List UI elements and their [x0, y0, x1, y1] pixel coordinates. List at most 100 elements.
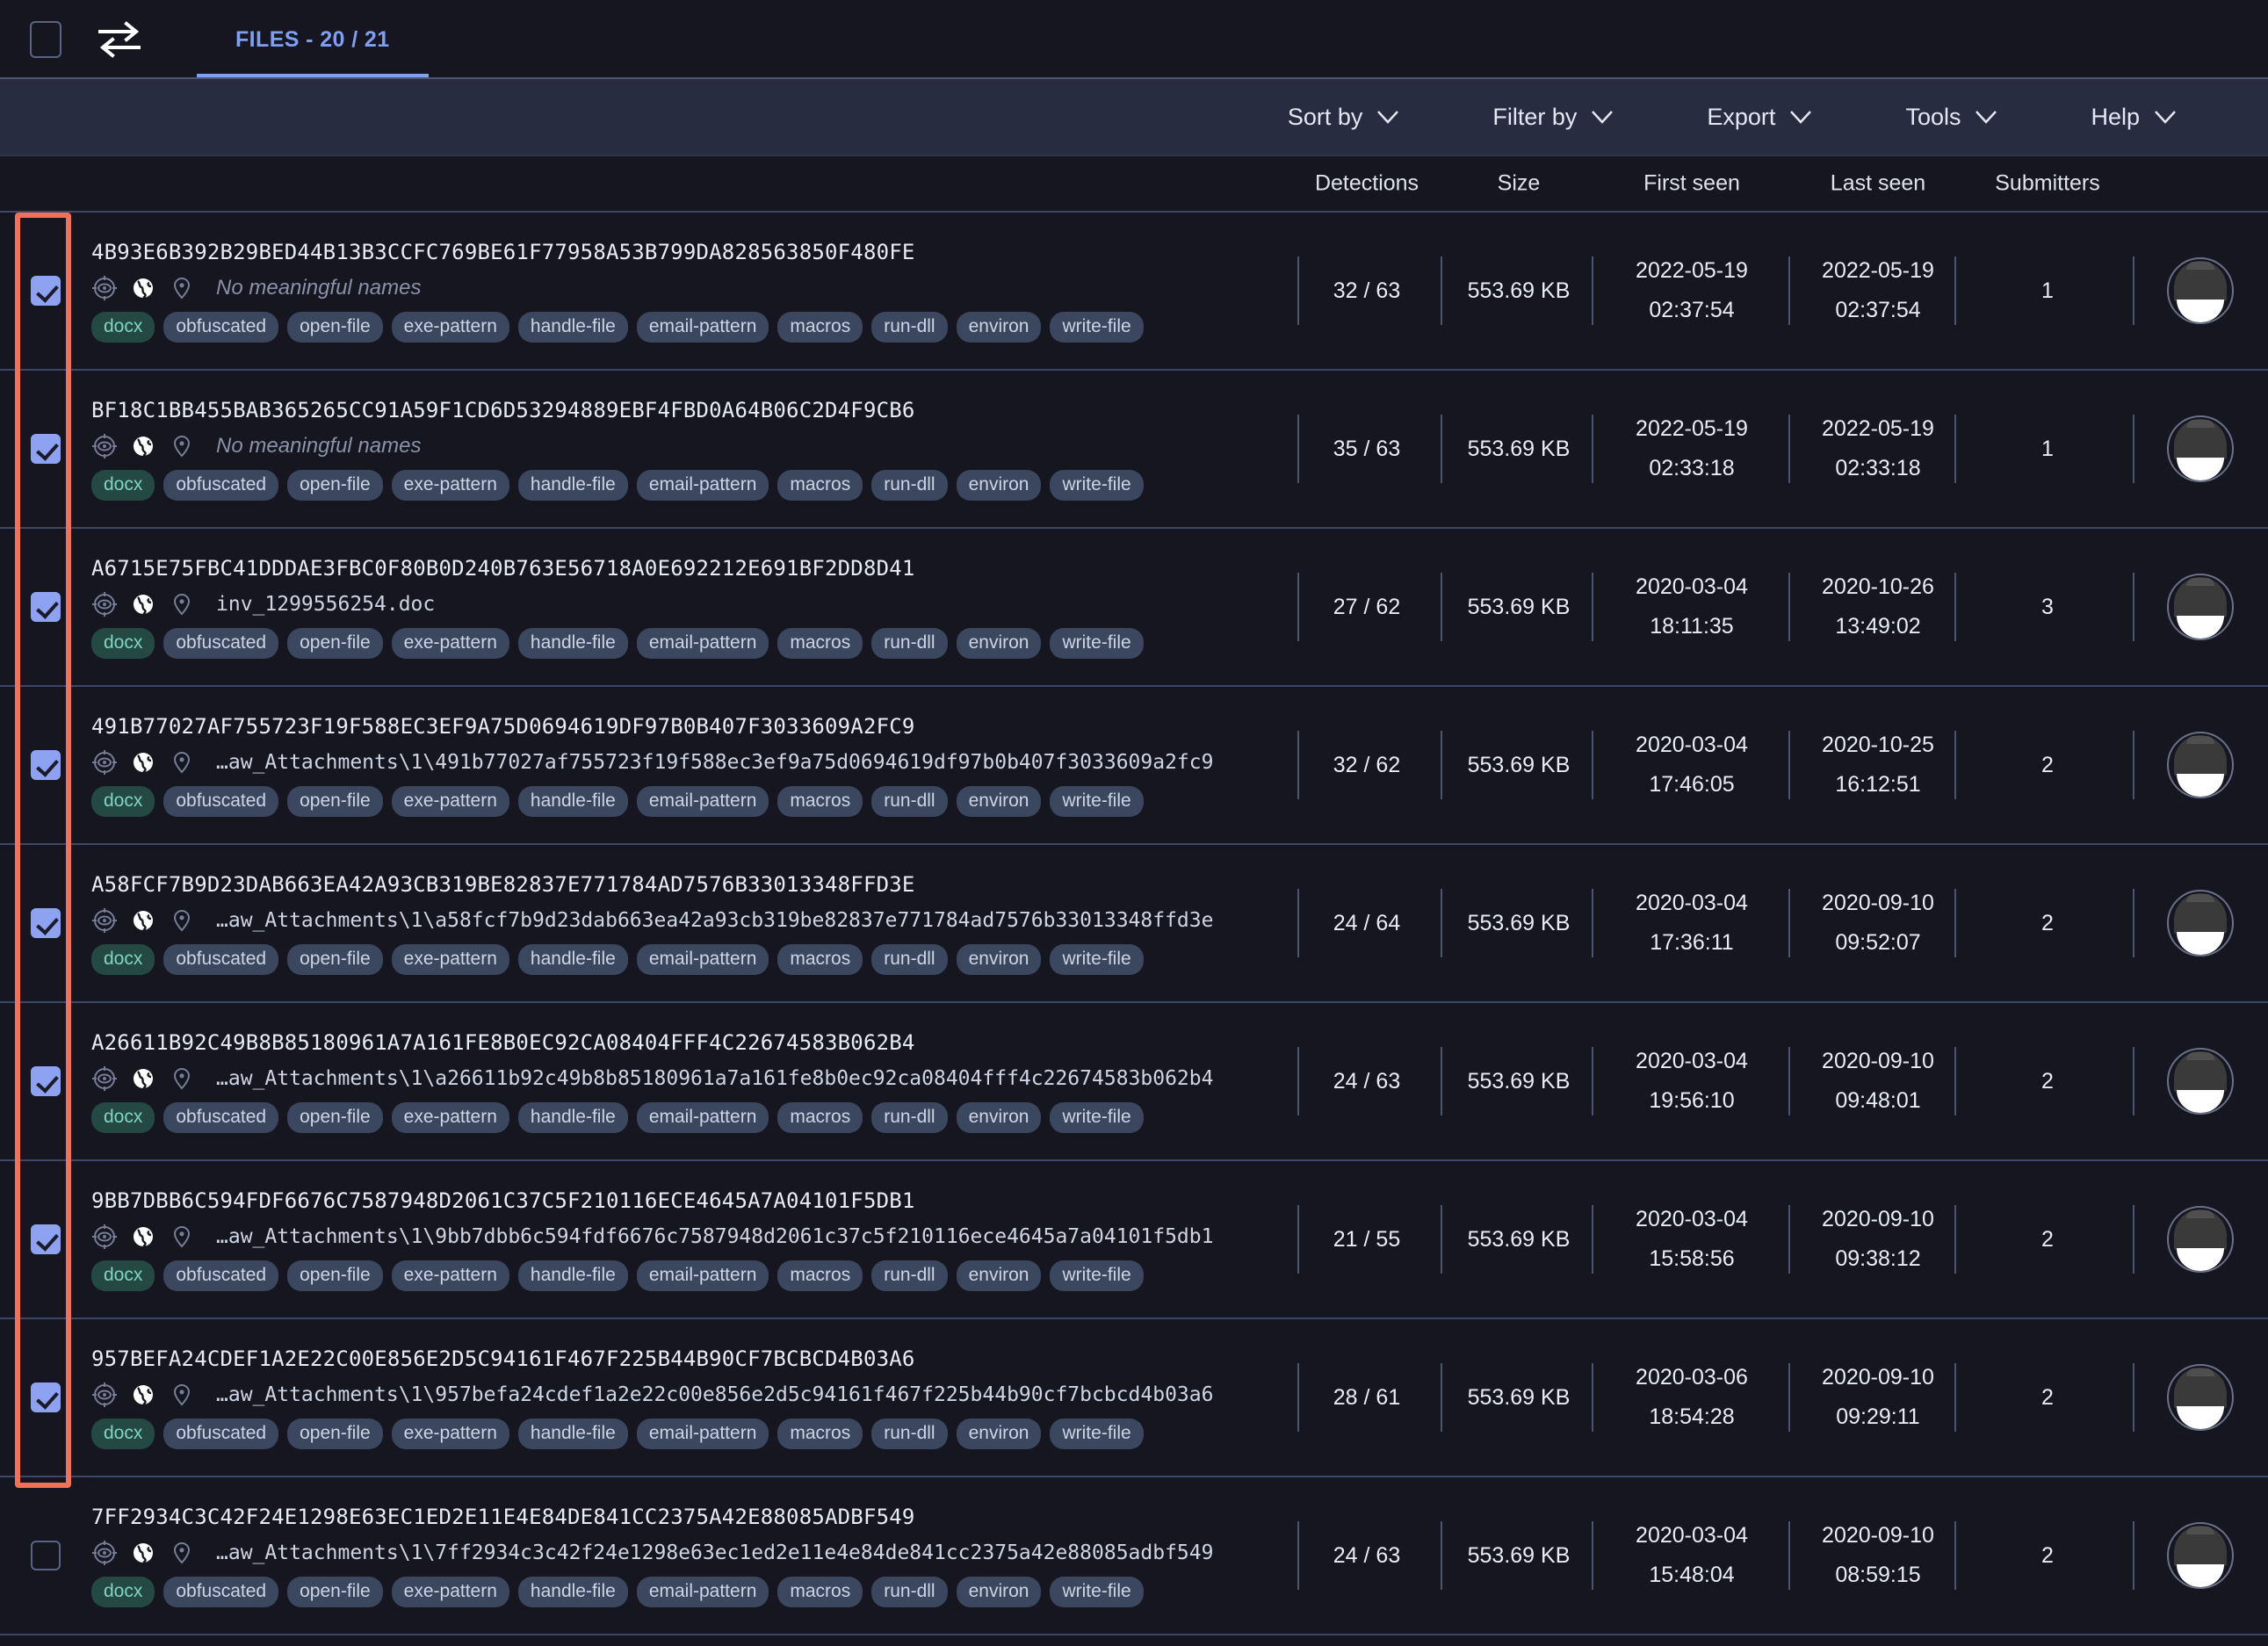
globe-icon[interactable]: [130, 1382, 156, 1408]
tag-macros[interactable]: macros: [777, 943, 863, 975]
tag-exe-pattern[interactable]: exe-pattern: [391, 1576, 509, 1607]
table-row[interactable]: BF18C1BB455BAB365265CC91A59F1CD6D5329488…: [0, 371, 2268, 529]
tag-obfuscated[interactable]: obfuscated: [163, 1260, 279, 1291]
column-header-last-seen[interactable]: Last seen: [1831, 171, 1925, 197]
tag-environ[interactable]: environ: [956, 785, 1042, 817]
select-all-checkbox[interactable]: [30, 21, 61, 58]
tag-handle-file[interactable]: handle-file: [517, 627, 628, 659]
globe-icon[interactable]: [130, 1540, 156, 1566]
location-pin-icon[interactable]: [169, 1382, 195, 1408]
menu-help[interactable]: Help: [2091, 104, 2177, 131]
tag-write-file[interactable]: write-file: [1050, 627, 1144, 659]
tag-obfuscated[interactable]: obfuscated: [163, 1418, 279, 1449]
menu-tools[interactable]: Tools: [1905, 104, 1997, 131]
globe-icon[interactable]: [130, 1065, 156, 1092]
menu-export[interactable]: Export: [1707, 104, 1812, 131]
tag-environ[interactable]: environ: [956, 943, 1042, 975]
tag-handle-file[interactable]: handle-file: [517, 469, 628, 501]
tag-email-pattern[interactable]: email-pattern: [636, 1418, 769, 1449]
table-row[interactable]: 4B93E6B392B29BED44B13B3CCFC769BE61F77958…: [0, 213, 2268, 371]
location-pin-icon[interactable]: [169, 749, 195, 776]
tag-macros[interactable]: macros: [777, 469, 863, 501]
tag-macros[interactable]: macros: [777, 311, 863, 343]
tag-write-file[interactable]: write-file: [1050, 1418, 1144, 1449]
tag-email-pattern[interactable]: email-pattern: [636, 627, 769, 659]
table-row[interactable]: 957BEFA24CDEF1A2E22C00E856E2D5C94161F467…: [0, 1319, 2268, 1477]
tag-exe-pattern[interactable]: exe-pattern: [391, 943, 509, 975]
row-checkbox-cell[interactable]: [0, 434, 91, 464]
tag-run-dll[interactable]: run-dll: [871, 1418, 948, 1449]
tag-environ[interactable]: environ: [956, 1576, 1042, 1607]
tag-handle-file[interactable]: handle-file: [517, 1260, 628, 1291]
row-checkbox[interactable]: [31, 750, 61, 780]
location-pin-icon[interactable]: [169, 433, 195, 459]
tag-obfuscated[interactable]: obfuscated: [163, 785, 279, 817]
table-row[interactable]: 7FF2934C3C42F24E1298E63EC1ED2E11E4E84DE8…: [0, 1477, 2268, 1635]
swap-arrows-icon[interactable]: [97, 19, 142, 60]
globe-icon[interactable]: [130, 433, 156, 459]
avatar[interactable]: [2167, 574, 2234, 640]
crosshair-icon[interactable]: [91, 1065, 118, 1092]
avatar[interactable]: [2167, 1206, 2234, 1273]
tag-filetype[interactable]: docx: [91, 785, 155, 817]
row-checkbox[interactable]: [31, 434, 61, 464]
tag-filetype[interactable]: docx: [91, 469, 155, 501]
crosshair-icon[interactable]: [91, 591, 118, 617]
tag-exe-pattern[interactable]: exe-pattern: [391, 1101, 509, 1133]
tag-email-pattern[interactable]: email-pattern: [636, 1576, 769, 1607]
tag-exe-pattern[interactable]: exe-pattern: [391, 627, 509, 659]
crosshair-icon[interactable]: [91, 1224, 118, 1250]
tag-exe-pattern[interactable]: exe-pattern: [391, 1418, 509, 1449]
tag-environ[interactable]: environ: [956, 311, 1042, 343]
tag-open-file[interactable]: open-file: [287, 1418, 383, 1449]
tag-macros[interactable]: macros: [777, 1101, 863, 1133]
crosshair-icon[interactable]: [91, 433, 118, 459]
row-checkbox[interactable]: [31, 1541, 61, 1570]
tag-filetype[interactable]: docx: [91, 1260, 155, 1291]
tag-run-dll[interactable]: run-dll: [871, 943, 948, 975]
row-checkbox-cell[interactable]: [0, 1066, 91, 1096]
tag-environ[interactable]: environ: [956, 627, 1042, 659]
avatar[interactable]: [2167, 890, 2234, 957]
tag-write-file[interactable]: write-file: [1050, 943, 1144, 975]
tag-email-pattern[interactable]: email-pattern: [636, 311, 769, 343]
tag-macros[interactable]: macros: [777, 1576, 863, 1607]
location-pin-icon[interactable]: [169, 1540, 195, 1566]
tag-exe-pattern[interactable]: exe-pattern: [391, 785, 509, 817]
tag-email-pattern[interactable]: email-pattern: [636, 469, 769, 501]
location-pin-icon[interactable]: [169, 1065, 195, 1092]
table-row[interactable]: A58FCF7B9D23DAB663EA42A93CB319BE82837E77…: [0, 845, 2268, 1003]
globe-icon[interactable]: [130, 1224, 156, 1250]
tag-run-dll[interactable]: run-dll: [871, 1576, 948, 1607]
table-row[interactable]: A26611B92C49B8B85180961A7A161FE8B0EC92CA…: [0, 1003, 2268, 1161]
row-checkbox[interactable]: [31, 1382, 61, 1412]
tag-filetype[interactable]: docx: [91, 311, 155, 343]
table-row[interactable]: A6715E75FBC41DDDAE3FBC0F80B0D240B763E567…: [0, 529, 2268, 687]
tag-open-file[interactable]: open-file: [287, 627, 383, 659]
tag-handle-file[interactable]: handle-file: [517, 1418, 628, 1449]
globe-icon[interactable]: [130, 275, 156, 301]
location-pin-icon[interactable]: [169, 591, 195, 617]
menu-filter-by[interactable]: Filter by: [1492, 104, 1614, 131]
avatar[interactable]: [2167, 415, 2234, 482]
tag-handle-file[interactable]: handle-file: [517, 311, 628, 343]
tag-email-pattern[interactable]: email-pattern: [636, 785, 769, 817]
tag-environ[interactable]: environ: [956, 469, 1042, 501]
tag-macros[interactable]: macros: [777, 785, 863, 817]
tag-run-dll[interactable]: run-dll: [871, 311, 948, 343]
tag-run-dll[interactable]: run-dll: [871, 469, 948, 501]
tag-run-dll[interactable]: run-dll: [871, 785, 948, 817]
tag-write-file[interactable]: write-file: [1050, 1260, 1144, 1291]
column-header-size[interactable]: Size: [1498, 171, 1541, 197]
tag-filetype[interactable]: docx: [91, 1101, 155, 1133]
crosshair-icon[interactable]: [91, 907, 118, 934]
tag-filetype[interactable]: docx: [91, 1576, 155, 1607]
tag-handle-file[interactable]: handle-file: [517, 1101, 628, 1133]
tag-open-file[interactable]: open-file: [287, 785, 383, 817]
tag-filetype[interactable]: docx: [91, 1418, 155, 1449]
row-checkbox-cell[interactable]: [0, 750, 91, 780]
crosshair-icon[interactable]: [91, 749, 118, 776]
crosshair-icon[interactable]: [91, 275, 118, 301]
globe-icon[interactable]: [130, 749, 156, 776]
globe-icon[interactable]: [130, 907, 156, 934]
